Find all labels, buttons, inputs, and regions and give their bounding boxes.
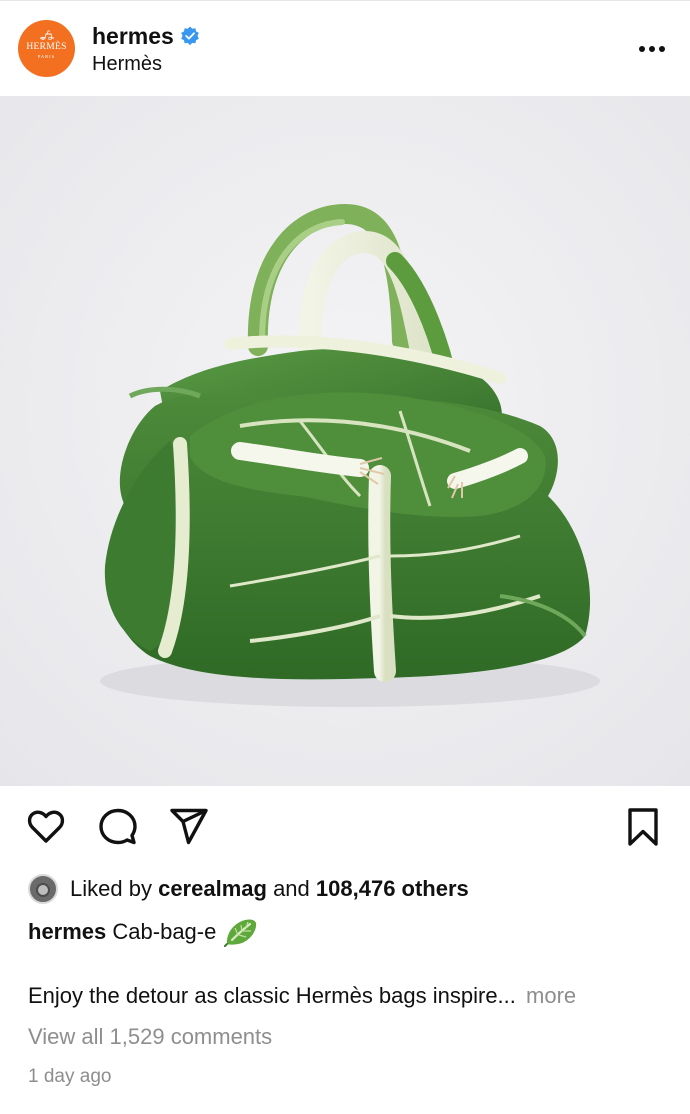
caption-text: Cab-bag-e: [112, 919, 217, 944]
share-button[interactable]: [168, 806, 210, 848]
comment-button[interactable]: [97, 806, 139, 848]
account-display-name: Hermès: [92, 53, 163, 75]
bookmark-icon: [628, 808, 658, 846]
post-caption: hermes Cab-bag-e: [28, 917, 258, 947]
likes-others-count[interactable]: 108,476 others: [316, 876, 469, 902]
verified-badge-icon: [180, 26, 199, 46]
caption-username[interactable]: hermes: [28, 919, 106, 945]
heart-icon: [27, 810, 65, 843]
likes-middle: and: [273, 876, 310, 901]
avatar-subtext: PARIS: [37, 54, 56, 59]
avatar-wordmark: HERMÈS: [26, 42, 67, 52]
post-photo[interactable]: [0, 96, 690, 786]
likes-summary[interactable]: Liked by cerealmag and 108,476 others: [28, 872, 469, 906]
post-header: HERMÈS PARIS hermes Hermès: [0, 0, 690, 96]
likes-prefix: Liked by: [70, 876, 152, 901]
description-text: Enjoy the detour as classic Hermès bags …: [28, 983, 516, 1008]
leafy-green-icon: [224, 919, 257, 947]
view-comments-link[interactable]: View all 1,529 comments: [28, 1024, 272, 1050]
post-timestamp: 1 day ago: [28, 1066, 112, 1087]
save-button[interactable]: [622, 806, 664, 848]
post-actions-bar: [0, 790, 690, 868]
liker-avatar[interactable]: [28, 874, 58, 904]
username-link[interactable]: hermes: [92, 23, 174, 50]
cabbage-bag-illustration: [0, 96, 690, 786]
carriage-logo-icon: [40, 30, 54, 40]
username-row: hermes: [92, 21, 200, 51]
account-avatar[interactable]: HERMÈS PARIS: [18, 20, 75, 77]
send-icon: [170, 808, 208, 845]
comment-icon: [99, 808, 137, 845]
post-description: Enjoy the detour as classic Hermès bags …: [28, 983, 576, 1009]
liker-username[interactable]: cerealmag: [158, 876, 267, 902]
like-button[interactable]: [25, 806, 67, 848]
more-options-icon[interactable]: [632, 37, 672, 61]
more-link[interactable]: more: [526, 983, 576, 1008]
